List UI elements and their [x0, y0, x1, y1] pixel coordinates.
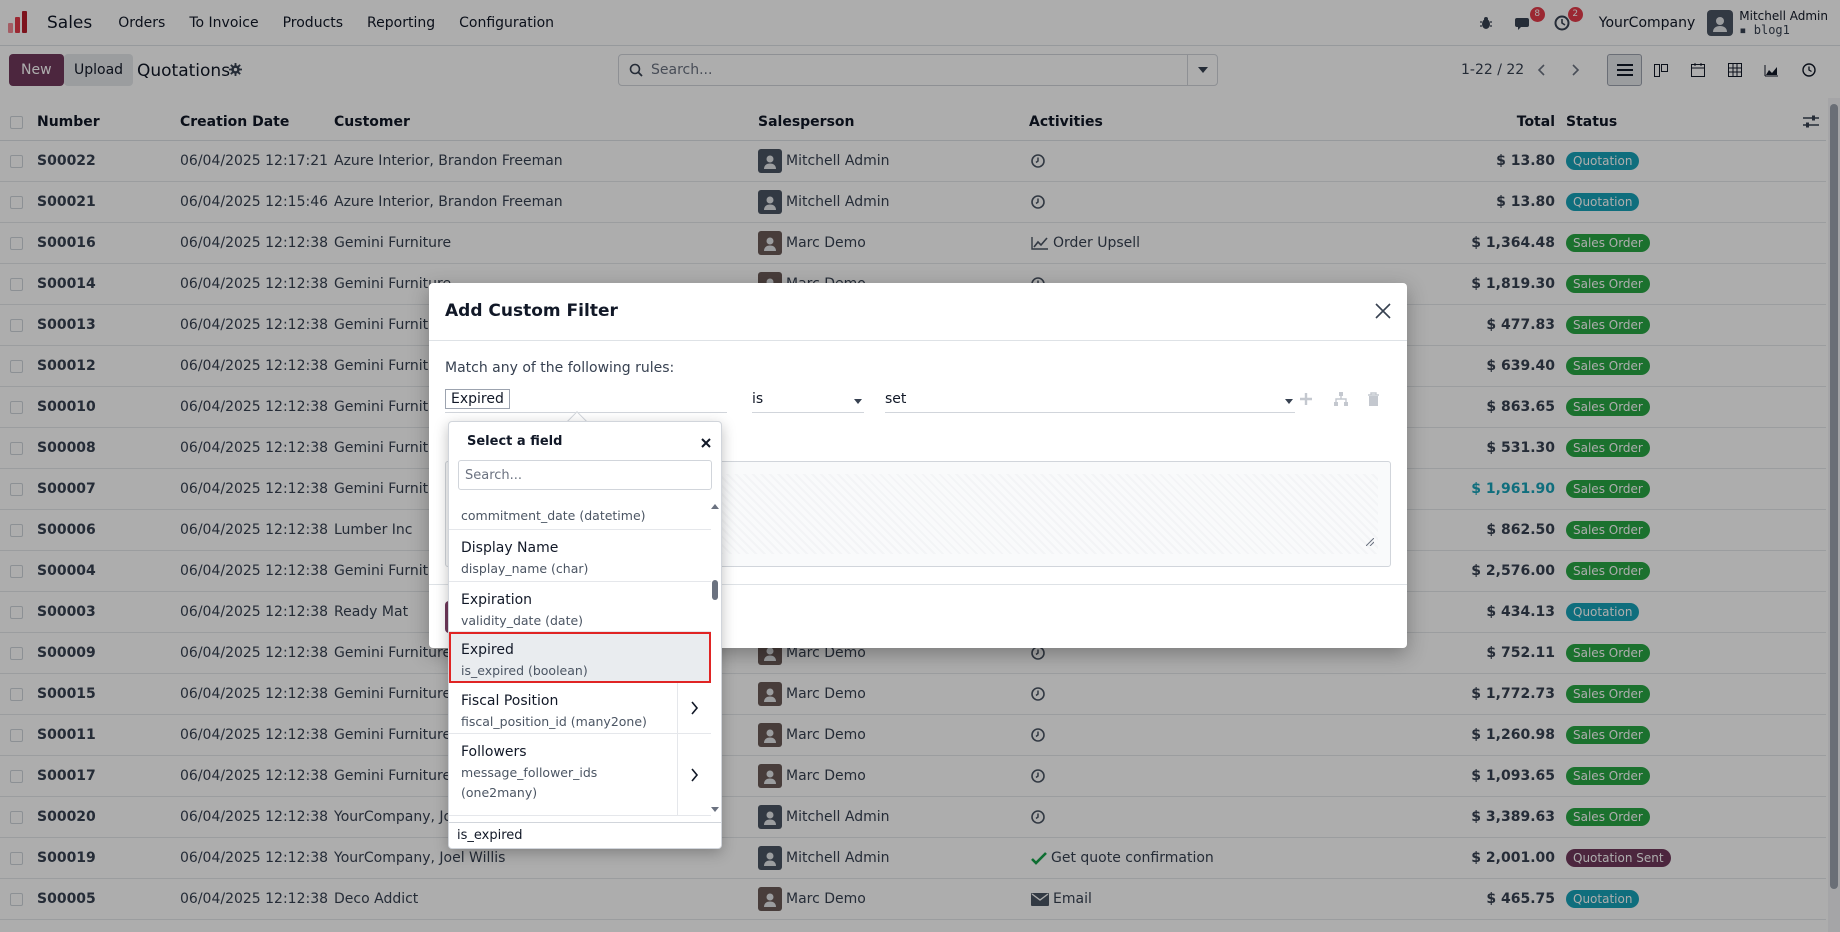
- resize-handle-icon[interactable]: [1365, 534, 1375, 550]
- dialog-header: Add Custom Filter: [429, 283, 1407, 341]
- add-rule-plus-icon[interactable]: [1299, 392, 1313, 410]
- rule-operator-value: is: [752, 391, 764, 407]
- field-option[interactable]: Expiration validity_date (date): [449, 582, 711, 632]
- caret-down-icon: [854, 399, 862, 404]
- field-selector-title: Select a field: [467, 434, 563, 449]
- rule-value-select[interactable]: set: [885, 389, 1295, 413]
- scroll-down-arrow-icon[interactable]: [711, 807, 719, 812]
- expand-relation-button[interactable]: [677, 734, 711, 815]
- field-option-label: Followers: [461, 744, 527, 760]
- field-option[interactable]: Expired is_expired (boolean): [449, 632, 711, 683]
- field-option-technical: validity_date (date): [461, 613, 584, 628]
- field-technical-path: is_expired: [449, 822, 721, 848]
- field-option[interactable]: commitment_date (datetime): [449, 500, 711, 530]
- field-option-technical: display_name (char): [461, 561, 589, 576]
- delete-rule-trash-icon[interactable]: [1367, 392, 1380, 410]
- rule-field-selector[interactable]: Expired: [445, 389, 727, 413]
- field-option-technical: is_expired (boolean): [461, 663, 588, 678]
- chevron-right-icon: [691, 701, 699, 715]
- field-search-input[interactable]: [458, 460, 712, 490]
- field-option[interactable]: Display Name display_name (char): [449, 530, 711, 582]
- field-option-label: Expiration: [461, 592, 533, 608]
- field-option-technical: commitment_date (datetime): [461, 508, 646, 523]
- scroll-up-arrow-icon[interactable]: [711, 504, 719, 509]
- close-icon[interactable]: [701, 436, 711, 452]
- rule-field-value: Expired: [445, 389, 510, 409]
- close-icon[interactable]: [1375, 303, 1391, 323]
- field-option[interactable]: Fiscal Position fiscal_position_id (many2…: [449, 683, 711, 734]
- field-list-scrollbar-thumb[interactable]: [712, 580, 718, 600]
- field-option-label: Fiscal Position: [461, 693, 559, 709]
- rule-operator-select[interactable]: is: [752, 389, 864, 413]
- field-option-label: Expired: [461, 642, 514, 658]
- expand-relation-button[interactable]: [677, 683, 711, 733]
- field-option-technical: message_follower_ids: [461, 765, 598, 780]
- caret-down-icon: [1285, 399, 1293, 404]
- field-selector-popover: Select a field commitment_date (datetime…: [448, 421, 722, 849]
- dialog-title: Add Custom Filter: [445, 301, 618, 321]
- match-rules-text: Match any of the following rules:: [445, 360, 675, 376]
- field-option-technical-type: (one2many): [461, 785, 538, 800]
- field-option[interactable]: Followers message_follower_ids (one2many): [449, 734, 711, 816]
- field-option-label: Display Name: [461, 540, 559, 556]
- field-list: commitment_date (datetime) Display Name di…: [449, 500, 721, 818]
- chevron-right-icon: [691, 767, 699, 782]
- field-option-technical: fiscal_position_id (many2one): [461, 714, 647, 729]
- rule-value-text: set: [885, 391, 907, 407]
- add-branch-sitemap-icon[interactable]: [1334, 392, 1348, 410]
- field-list-scrollbar[interactable]: [711, 504, 719, 812]
